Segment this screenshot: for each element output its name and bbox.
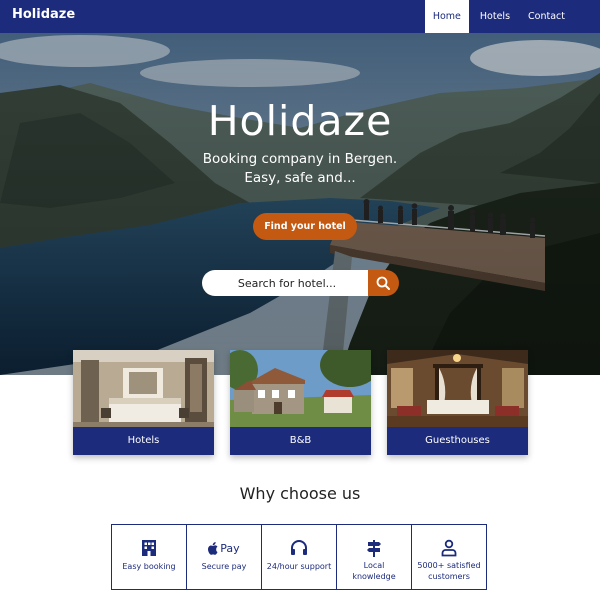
hotel-search-input[interactable] <box>202 270 372 296</box>
feature-label: 24/hour support <box>266 562 332 571</box>
category-label-guesthouses: Guesthouses <box>425 435 490 446</box>
signpost-icon <box>367 540 381 557</box>
nav-link-home[interactable]: Home <box>424 0 469 33</box>
feature-label-line-1: Local <box>363 561 385 570</box>
feature-satisfied-customers: 5000+ satisfied customers <box>412 525 486 589</box>
search-button[interactable] <box>368 270 399 296</box>
feature-label-line-1: 5000+ satisfied <box>417 561 481 570</box>
category-label-hotels: Hotels <box>127 435 160 446</box>
feature-label: Secure pay <box>201 562 247 571</box>
feature-label: Local knowledge <box>337 560 411 582</box>
nav-link-hotels[interactable]: Hotels <box>473 0 517 33</box>
why-choose-us-title: Why choose us <box>239 484 361 503</box>
feature-label-line-2: knowledge <box>352 572 396 581</box>
site-logo[interactable]: Holidaze <box>12 7 75 22</box>
hero-background-image <box>0 33 600 375</box>
apple-pay-text: Pay <box>220 541 240 555</box>
hero-subtitle-line-2: Easy, safe and... <box>244 170 356 186</box>
feature-support: 24/hour support <box>262 525 337 589</box>
apple-icon <box>208 541 218 555</box>
hero-section: Holidaze Booking company in Bergen. Easy… <box>0 33 600 375</box>
feature-secure-pay: Pay Secure pay <box>187 525 262 589</box>
person-icon <box>441 539 457 557</box>
headphones-icon <box>291 540 307 555</box>
feature-label: 5000+ satisfied customers <box>412 560 486 582</box>
category-label-bnb: B&B <box>289 435 312 446</box>
category-card-guesthouses[interactable]: Guesthouses <box>387 350 528 455</box>
category-card-bnb[interactable]: B&B <box>230 350 371 455</box>
category-card-hotels[interactable]: Hotels <box>73 350 214 455</box>
feature-label: Easy booking <box>122 562 176 571</box>
hotel-search-bar <box>202 270 399 296</box>
hotels-image <box>73 350 214 427</box>
apple-pay-icon: Pay <box>187 537 261 559</box>
bnb-image <box>230 350 371 427</box>
hero-subtitle: Booking company in Bergen. Easy, safe an… <box>0 150 600 188</box>
nav-links: Home Hotels Contact <box>421 0 572 33</box>
find-your-hotel-button[interactable]: Find your hotel <box>253 213 357 240</box>
building-icon <box>142 540 156 556</box>
hero-title: Holidaze <box>207 97 393 145</box>
search-icon <box>376 276 390 290</box>
feature-easy-booking: Easy booking <box>112 525 187 589</box>
features-grid: Easy booking Pay Secure pay 24/hour supp… <box>111 524 487 590</box>
nav-link-contact[interactable]: Contact <box>521 0 572 33</box>
feature-label-line-2: customers <box>428 572 470 581</box>
top-navbar: Holidaze Home Hotels Contact <box>0 0 600 33</box>
feature-local-knowledge: Local knowledge <box>337 525 412 589</box>
guesthouses-image <box>387 350 528 427</box>
hero-subtitle-line-1: Booking company in Bergen. <box>202 151 398 167</box>
